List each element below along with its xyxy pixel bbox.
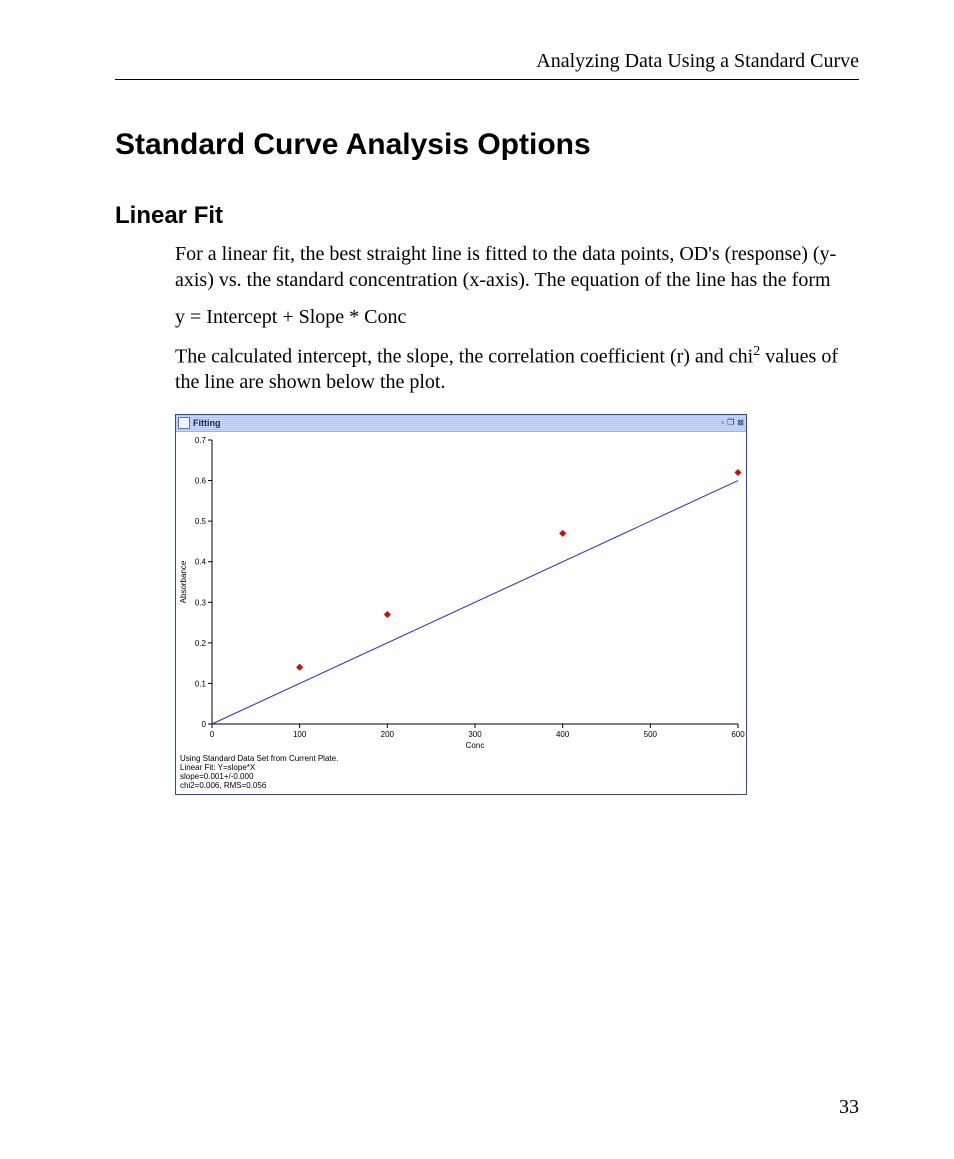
- svg-text:200: 200: [381, 730, 395, 739]
- svg-text:0.1: 0.1: [195, 679, 207, 688]
- chart-window: Fitting ▫ ❐ ⊠ 0 100 200 300 400 500 600 0 0.1 0.2…: [175, 414, 747, 796]
- svg-text:0.2: 0.2: [195, 638, 207, 647]
- chart-footer-line-2: Linear Fit: Y=slope*X: [180, 763, 742, 772]
- svg-text:100: 100: [293, 730, 307, 739]
- minimize-icon[interactable]: ▫: [721, 419, 724, 427]
- svg-text:0: 0: [210, 730, 215, 739]
- maximize-icon[interactable]: ❐: [727, 419, 734, 427]
- chart-footer-line-3: slope=0.001+/-0.000: [180, 772, 742, 781]
- window-icon: [178, 417, 190, 429]
- paragraph-2a: The calculated intercept, the slope, the…: [175, 345, 753, 367]
- chart-window-title: Fitting: [193, 418, 221, 428]
- svg-text:Conc: Conc: [466, 741, 485, 750]
- svg-text:0.3: 0.3: [195, 598, 207, 607]
- paragraph-2: The calculated intercept, the slope, the…: [175, 343, 859, 396]
- svg-text:0.4: 0.4: [195, 557, 207, 566]
- running-head: Analyzing Data Using a Standard Curve: [115, 50, 859, 73]
- svg-text:600: 600: [731, 730, 745, 739]
- section-body: For a linear fit, the best straight line…: [175, 242, 859, 396]
- section-heading: Linear Fit: [115, 202, 859, 230]
- svg-text:0.6: 0.6: [195, 476, 207, 485]
- svg-text:500: 500: [644, 730, 658, 739]
- chart-footer: Using Standard Data Set from Current Pla…: [176, 752, 746, 795]
- svg-text:0: 0: [202, 720, 207, 729]
- close-icon[interactable]: ⊠: [737, 419, 744, 427]
- svg-text:0.7: 0.7: [195, 436, 207, 445]
- svg-text:300: 300: [468, 730, 482, 739]
- page-title: Standard Curve Analysis Options: [115, 128, 859, 162]
- chart-container: Fitting ▫ ❐ ⊠ 0 100 200 300 400 500 600 0 0.1 0.2…: [175, 414, 747, 796]
- chart-footer-line-1: Using Standard Data Set from Current Pla…: [180, 754, 742, 763]
- header-rule: [115, 79, 859, 80]
- svg-text:Absorbance: Absorbance: [179, 560, 188, 603]
- svg-text:0.5: 0.5: [195, 517, 207, 526]
- equation: y = Intercept + Slope * Conc: [175, 305, 859, 331]
- paragraph-1: For a linear fit, the best straight line…: [175, 242, 859, 293]
- chart-footer-line-4: chi2=0.006, RMS=0.056: [180, 781, 742, 790]
- page-number: 33: [839, 1096, 859, 1119]
- chart-titlebar: Fitting ▫ ❐ ⊠: [176, 415, 746, 432]
- svg-text:400: 400: [556, 730, 570, 739]
- chart-plot: 0 100 200 300 400 500 600 0 0.1 0.2 0.3 0.4 0.5 0.6 0.…: [176, 432, 746, 752]
- page: Analyzing Data Using a Standard Curve St…: [0, 0, 954, 1159]
